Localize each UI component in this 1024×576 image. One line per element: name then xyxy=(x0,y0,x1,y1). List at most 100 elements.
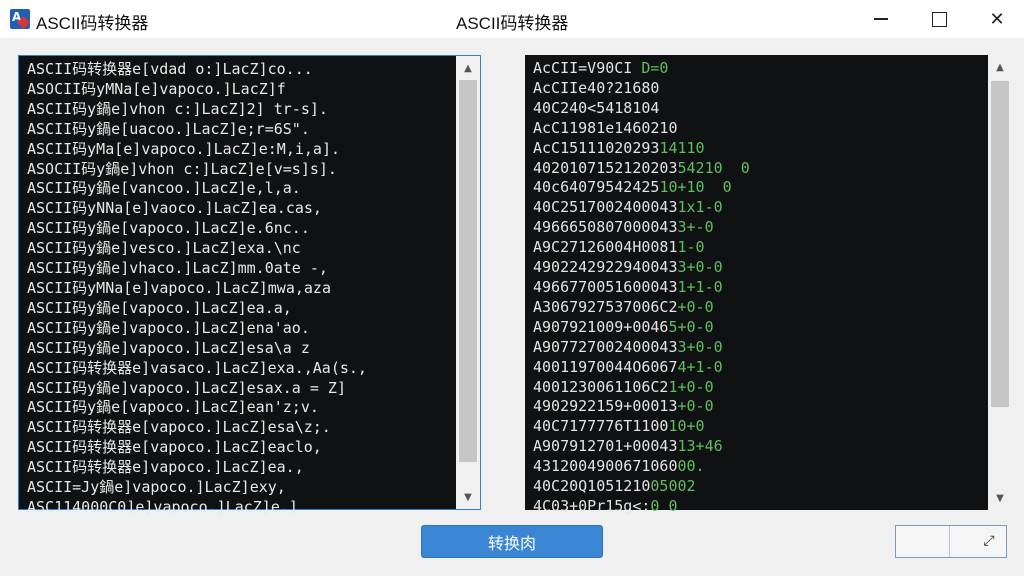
output-line: 40C20Q105121005002 xyxy=(533,477,976,497)
output-line: 49666508070000433+-0 xyxy=(533,218,976,238)
output-tail: 1+0-0 xyxy=(668,377,714,396)
output-tail: +0-0 xyxy=(677,397,714,416)
output-tail: 10+0 xyxy=(668,417,705,436)
output-scrollbar[interactable]: ▲ ▼ xyxy=(988,55,1012,510)
input-line: ASOCII码yMNa[e]vapoco.]LacZ]f xyxy=(27,79,286,98)
output-tail: 1-0 xyxy=(677,238,705,257)
output-line: AcC11981e1460210 xyxy=(533,119,976,139)
input-scrollbar[interactable]: ▲ ▼ xyxy=(456,56,480,509)
output-hex: 40c64079542425 xyxy=(533,178,660,197)
scroll-thumb[interactable] xyxy=(459,80,477,462)
output-tail: D=0 xyxy=(641,59,669,77)
output-line: 402010715212020354210 0 xyxy=(533,159,976,179)
output-hex: 40C2517002400043 xyxy=(533,198,678,217)
input-line: ASCII码y鍋e]vapoco.]LacZ]esax.a = Z] xyxy=(27,378,346,397)
output-tail: 13+46 xyxy=(677,437,723,456)
output-tail: 54210 0 xyxy=(677,158,750,177)
output-tail: 00. xyxy=(677,457,705,476)
output-line: AcCII=V90CI D=0 xyxy=(533,59,976,79)
input-line: ASC114000C0]e]vapoco.]LacZ]e.] xyxy=(27,497,298,516)
window-title: ASCII码转换器 xyxy=(36,14,149,33)
input-textarea[interactable]: ASCII码转换器e[vdad o:]LacZ]co... ASOCII码yMNa… xyxy=(18,55,481,516)
output-line: 4902922159+00013+0-0 xyxy=(533,397,976,417)
input-line: ASOCII码y鍋e]vhon c:]LacZ]e[v=s]s]. xyxy=(27,159,337,178)
output-hex: A907912701+00043 xyxy=(533,437,678,456)
output-hex: 40C240<5418104 xyxy=(533,98,660,117)
output-hex: AcC11981e1460210 xyxy=(533,118,678,137)
output-hex: A9C27126004H0081 xyxy=(533,238,678,257)
resize-grip-icon[interactable]: ⤢ xyxy=(980,532,998,550)
close-icon: ✕ xyxy=(989,8,1005,30)
output-hex: A3067927537006C2 xyxy=(533,297,678,316)
output-line: 431200490067106000. xyxy=(533,457,976,477)
input-line: ASCII码y鍋e[vapoco.]LacZ]e.6nc.. xyxy=(27,219,310,238)
app-icon: A xyxy=(10,9,30,29)
output-tail: 5+0-0 xyxy=(668,317,714,336)
output-tail: 05002 xyxy=(650,477,696,496)
output-hex: 4C03+0Pr15g<; xyxy=(533,496,651,515)
output-line: A907921009+00465+0-0 xyxy=(533,318,976,338)
input-line: ASCII码y鍋e[vancoo.]LacZ]e,l,a. xyxy=(27,179,301,198)
output-hex: 4312004900671060 xyxy=(533,457,678,476)
input-line: ASCII码转换器e[vapoco.]LacZ]eaclo, xyxy=(27,438,322,457)
output-line: A9C27126004H00811-0 xyxy=(533,238,976,258)
input-line: ASCII码转换器e]vasaco.]LacZ]exa.,Aa(s., xyxy=(27,358,367,377)
output-hex: 40011970044O6067 xyxy=(533,357,678,376)
scroll-thumb[interactable] xyxy=(991,81,1009,407)
output-hex: 4902922159+00013 xyxy=(533,397,678,416)
minimize-button[interactable] xyxy=(852,0,910,38)
output-line: 4001230061106C21+0-0 xyxy=(533,378,976,398)
maximize-button[interactable] xyxy=(910,0,968,38)
output-tail: 1x1-0 xyxy=(677,198,723,217)
status-divider xyxy=(949,526,950,557)
input-line: ASCII码y鍋e]vesco.]LacZ]exa.\nc xyxy=(27,239,301,258)
scroll-down-arrow-icon[interactable]: ▼ xyxy=(456,487,480,507)
output-line: 49022429229400433+0-0 xyxy=(533,258,976,278)
input-line: ASCII码y鍋e[vapoco.]LacZ]ean'z;v. xyxy=(27,398,319,417)
output-line: 40011970044O60674+1-0 xyxy=(533,358,976,378)
output-hex: 40C7177776T1100 xyxy=(533,417,669,436)
output-hex: A907921009+0046 xyxy=(533,317,669,336)
output-textarea[interactable]: AcCII=V90CI D=0 AcCIIe40?21680 40C240<5418… xyxy=(525,55,1012,515)
minimize-icon xyxy=(874,18,888,20)
output-line: 40C25170024000431x1-0 xyxy=(533,198,976,218)
output-line: AcC1511102029314110 xyxy=(533,139,976,159)
output-tail: 3+0-0 xyxy=(677,337,723,356)
output-hex: AcC15111020293 xyxy=(533,138,660,157)
status-panel: ⤢ xyxy=(895,525,1007,558)
output-line: 49667700516000431+1-0 xyxy=(533,278,976,298)
output-hex: 4902242922940043 xyxy=(533,258,678,277)
scroll-down-arrow-icon[interactable]: ▼ xyxy=(988,488,1012,508)
output-line: A9077270024000433+0-0 xyxy=(533,338,976,358)
input-line: ASCII码y鍋e]vhaco.]LacZ]mm.0ate -, xyxy=(27,259,328,278)
output-hex: 4966770051600043 xyxy=(533,277,678,296)
output-tail: 10+10 0 xyxy=(659,178,732,197)
output-tail: 4+1-0 xyxy=(677,357,723,376)
input-line: ASCII码y鍋e]vhon c:]LacZ]2] tr-s]. xyxy=(27,99,328,118)
input-line: ASCII码转换器e]vapoco.]LacZ]ea., xyxy=(27,458,304,477)
input-line: ASCII码yMNa[e]vapoco.]LacZ]mwa,aza xyxy=(27,278,331,297)
output-text: AcCII=V90CI D=0 AcCIIe40?21680 40C240<5418… xyxy=(533,59,976,517)
output-hex: 40C20Q1051210 xyxy=(533,477,651,496)
output-tail: +0-0 xyxy=(677,297,714,316)
scroll-up-arrow-icon[interactable]: ▲ xyxy=(456,58,480,78)
input-line: ASCII=Jy鍋e]vapoco.]LacZ]exy, xyxy=(27,478,286,497)
output-hex: 4020107152120203 xyxy=(533,158,678,177)
close-button[interactable]: ✕ xyxy=(968,0,1024,38)
input-line: ASCII码转换器e[vdad o:]LacZ]co... xyxy=(27,60,313,78)
output-line: A3067927537006C2+0-0 xyxy=(533,298,976,318)
output-line: 40c6407954242510+10 0 xyxy=(533,178,976,198)
window-center-title: ASCII码转换器 xyxy=(456,14,569,33)
output-hex: 4966650807000043 xyxy=(533,218,678,237)
convert-button[interactable]: 转换肉 xyxy=(421,525,603,558)
output-line: AcCIIe40?21680 xyxy=(533,79,976,99)
output-line: A907912701+0004313+46 xyxy=(533,437,976,457)
output-hex: 4001230061106C2 xyxy=(533,377,669,396)
input-line: ASCII码转换器e[vapoco.]LacZ]esa\z;. xyxy=(27,418,331,437)
input-line: ASCII码y鍋e[vapoco.]LacZ]ea.a, xyxy=(27,298,292,317)
output-tail: 3+-0 xyxy=(677,218,714,237)
scroll-up-arrow-icon[interactable]: ▲ xyxy=(988,57,1012,77)
output-tail: 3+0-0 xyxy=(677,258,723,277)
input-line: ASCII码yMa[e]vapoco.]LacZ]e:M,i,a]. xyxy=(27,139,341,158)
input-line: ASCII码y鍋e]vapoco.]LacZ]ena'ao. xyxy=(27,318,310,337)
